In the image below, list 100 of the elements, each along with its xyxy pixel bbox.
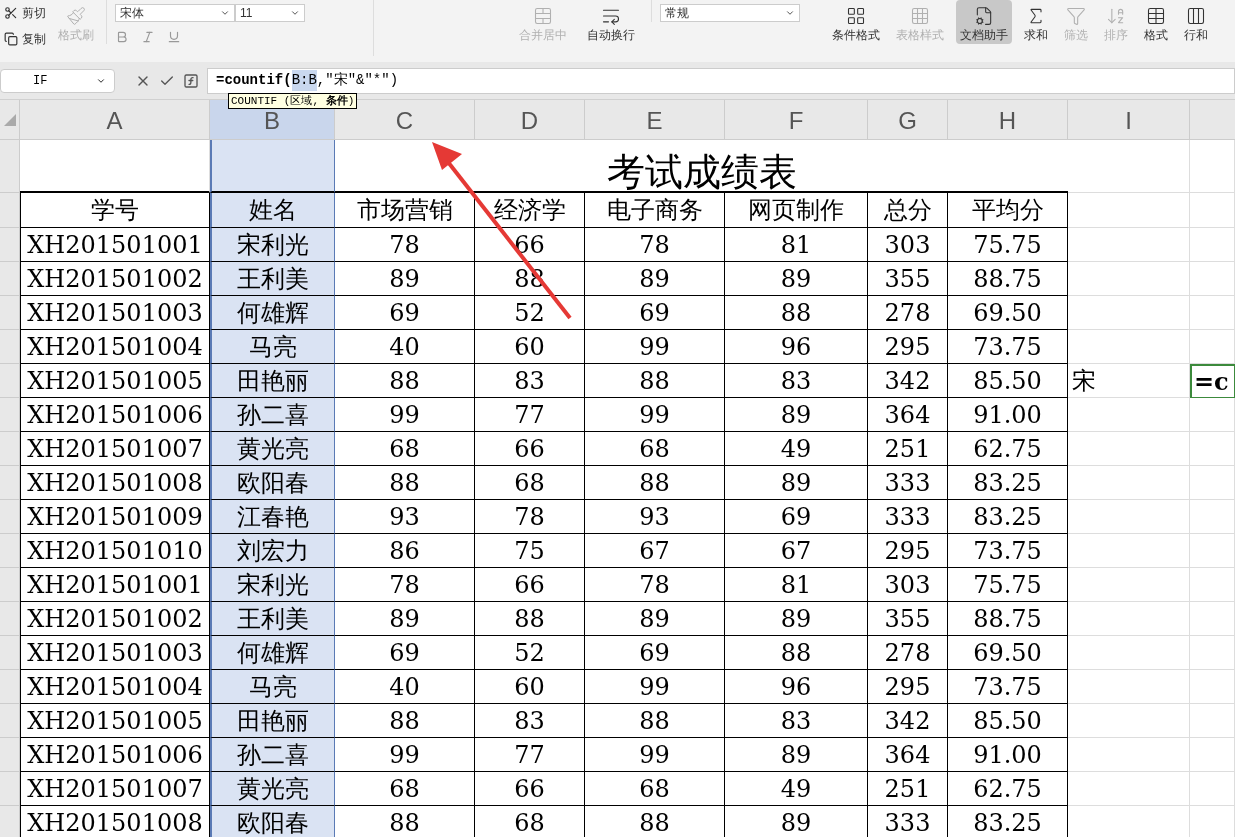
function-icon[interactable] [183, 72, 199, 89]
table-cell: 78 [585, 568, 725, 602]
row-header [0, 670, 20, 704]
table-cell: 75 [475, 534, 585, 568]
table-cell: 69 [335, 636, 475, 670]
tool-icon [1066, 6, 1086, 26]
toolbar-button[interactable]: 文档助手 [956, 0, 1012, 44]
table-cell: 91.00 [948, 738, 1068, 772]
table-cell: 99 [335, 398, 475, 432]
table-cell [1190, 466, 1235, 500]
table-cell: 73.75 [948, 330, 1068, 364]
underline-icon[interactable] [167, 30, 181, 44]
table-cell: 67 [725, 534, 868, 568]
row-header [0, 330, 20, 364]
row-header [0, 296, 20, 330]
table-cell: 69.50 [948, 296, 1068, 330]
paintbrush-icon [66, 6, 86, 26]
tool-icon [910, 6, 930, 26]
table-cell: 88 [585, 364, 725, 398]
table-cell: 66 [475, 432, 585, 466]
table-cell: 364 [868, 738, 948, 772]
tool-icon [1186, 6, 1206, 26]
table-cell [1190, 296, 1235, 330]
table-cell: 40 [335, 330, 475, 364]
table-cell: 68 [475, 806, 585, 837]
table-cell: 83 [475, 364, 585, 398]
font-size-field[interactable]: 11 [235, 4, 305, 22]
table-cell [1190, 772, 1235, 806]
tool-icon [846, 6, 866, 26]
toolbar-button[interactable]: 格式 [1140, 0, 1172, 44]
table-cell: 251 [868, 432, 948, 466]
row-header [0, 432, 20, 466]
table-cell [1190, 262, 1235, 296]
table-cell: 295 [868, 534, 948, 568]
caret-icon [785, 8, 795, 18]
table-cell: 89 [335, 262, 475, 296]
table-cell: 欧阳春 [210, 806, 335, 837]
clipboard-button[interactable]: 复制 [4, 30, 46, 48]
table-cell: 75.75 [948, 568, 1068, 602]
table-cell: 93 [335, 500, 475, 534]
tool-icon [533, 6, 553, 26]
table-cell: 88 [725, 296, 868, 330]
editing-cell: =c [1190, 364, 1235, 398]
toolbar-button[interactable]: 自动换行 [583, 0, 639, 44]
toolbar-button[interactable]: 条件格式 [828, 0, 884, 44]
formula-field[interactable]: =countif(B:B,"宋"&"*") [207, 67, 1235, 94]
table-cell [1190, 228, 1235, 262]
bold-icon[interactable] [115, 30, 129, 44]
table-cell: 88 [585, 704, 725, 738]
table-cell: 278 [868, 296, 948, 330]
table-cell: 295 [868, 670, 948, 704]
tool-icon [1106, 6, 1126, 26]
column-title: 总分 [868, 193, 948, 228]
table-cell: 99 [585, 330, 725, 364]
table-cell: 73.75 [948, 670, 1068, 704]
row-header [0, 602, 20, 636]
table-cell: 333 [868, 806, 948, 837]
column-header[interactable]: F [725, 100, 868, 140]
row-header [0, 364, 20, 398]
column-header[interactable]: H [948, 100, 1068, 140]
table-cell: 68 [335, 772, 475, 806]
table-cell: 69 [585, 296, 725, 330]
table-cell: 83 [725, 704, 868, 738]
table-cell: 85.50 [948, 704, 1068, 738]
table-cell: 99 [585, 398, 725, 432]
table-cell: 364 [868, 398, 948, 432]
column-title: 姓名 [210, 193, 335, 228]
table-cell: 69 [335, 296, 475, 330]
table-cell: 96 [725, 330, 868, 364]
table-cell: 83.25 [948, 806, 1068, 837]
toolbar-button[interactable]: 求和 [1020, 0, 1052, 44]
function-tooltip: COUNTIF (区域, 条件) [228, 93, 358, 109]
table-cell: 孙二喜 [210, 738, 335, 772]
clipboard-button[interactable]: 剪切 [4, 4, 46, 22]
table-cell: 78 [475, 500, 585, 534]
table-cell: 83 [475, 704, 585, 738]
table-cell: 88.75 [948, 602, 1068, 636]
table-cell: 江春艳 [210, 500, 335, 534]
font-field[interactable]: 宋体 [115, 4, 235, 22]
italic-icon[interactable] [141, 30, 155, 44]
table-cell: 81 [725, 568, 868, 602]
row-header [0, 806, 20, 837]
table-cell [1190, 738, 1235, 772]
row-header [0, 772, 20, 806]
table-cell: 81 [725, 228, 868, 262]
table-cell: 52 [475, 636, 585, 670]
column-header[interactable]: D [475, 100, 585, 140]
table-cell: 99 [585, 670, 725, 704]
row-header [0, 228, 20, 262]
table-cell: 黄光亮 [210, 432, 335, 466]
toolbar-button[interactable]: 行和 [1180, 0, 1212, 44]
number-format-field[interactable]: 常规 [660, 4, 800, 22]
table-cell: 78 [335, 568, 475, 602]
column-header[interactable]: I [1068, 100, 1190, 140]
column-header[interactable]: E [585, 100, 725, 140]
name-box[interactable]: IF [0, 68, 115, 93]
table-cell: 88.75 [948, 262, 1068, 296]
column-header[interactable]: G [868, 100, 948, 140]
table-cell: 田艳丽 [210, 704, 335, 738]
table-cell: 93 [585, 500, 725, 534]
